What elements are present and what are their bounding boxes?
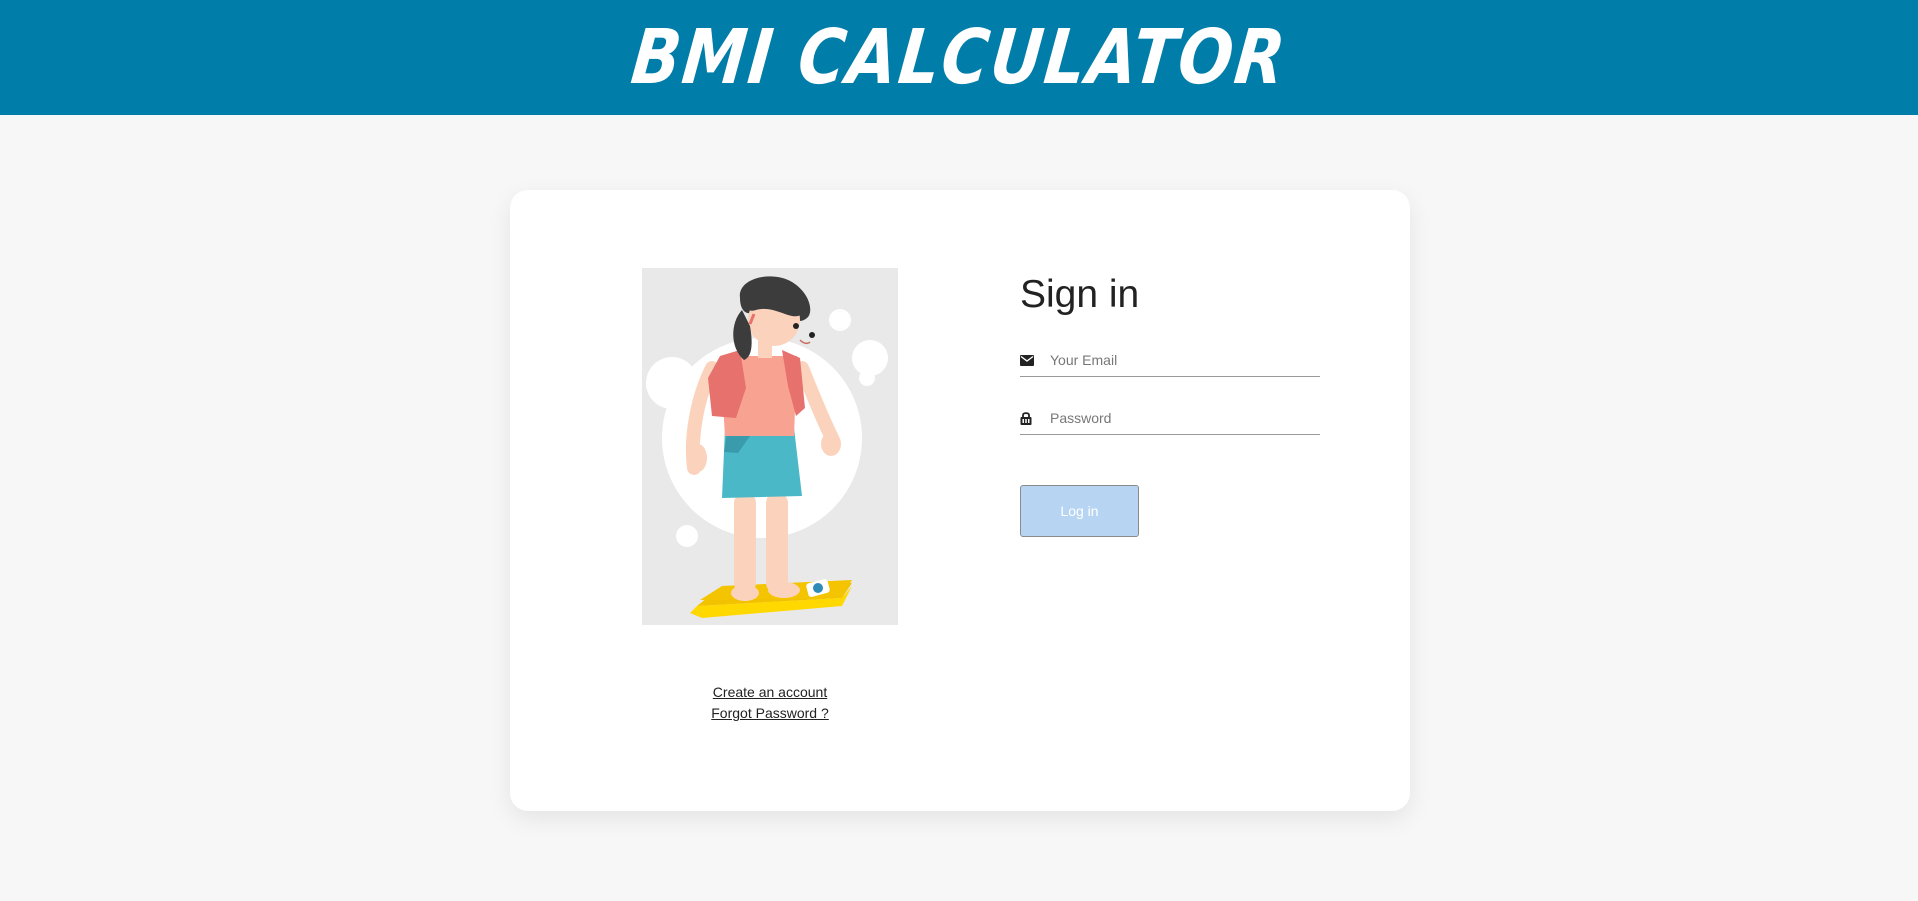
- page-title: Sign in: [1020, 273, 1140, 316]
- login-card: Create an account Forgot Password ? Sign…: [510, 190, 1410, 811]
- account-links: Create an account Forgot Password ?: [642, 682, 898, 724]
- password-input[interactable]: [1050, 410, 1310, 426]
- mail-icon: [1020, 351, 1038, 369]
- sign-in-form: Sign in Log in: [1020, 265, 1320, 537]
- forgot-password-link[interactable]: Forgot Password ?: [642, 703, 898, 724]
- woman-on-scale-illustration: [642, 268, 898, 625]
- login-button[interactable]: Log in: [1020, 485, 1139, 537]
- app-title: BMI CALCULATOR: [627, 13, 1291, 102]
- app-header: BMI CALCULATOR: [0, 0, 1918, 115]
- lock-icon: [1020, 409, 1038, 427]
- email-field-wrapper: [1020, 344, 1320, 377]
- password-field-wrapper: [1020, 402, 1320, 435]
- create-account-link[interactable]: Create an account: [642, 682, 898, 703]
- email-input[interactable]: [1050, 352, 1310, 368]
